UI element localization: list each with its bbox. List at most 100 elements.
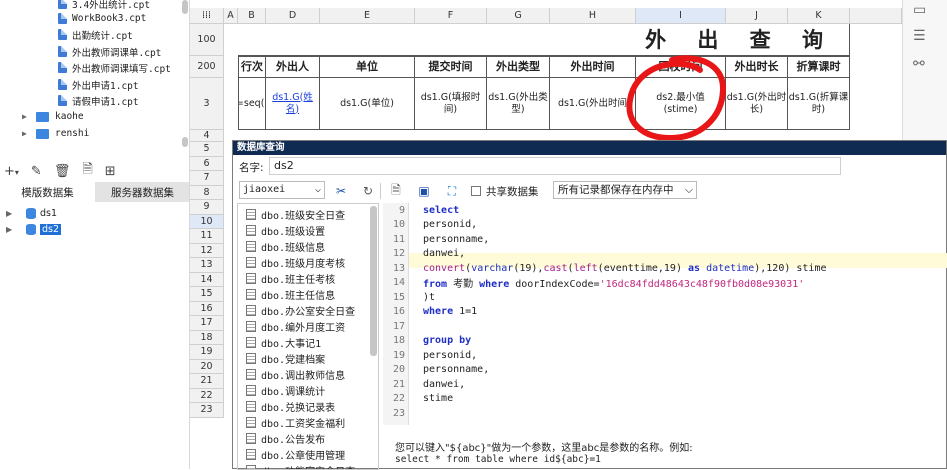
row-header[interactable]: 11 <box>190 229 224 244</box>
file-item[interactable]: 出勤统计.cpt <box>58 26 133 43</box>
table-list-item[interactable]: dbo.班级设置 <box>246 222 325 238</box>
table-list-item[interactable]: dbo.党建档案 <box>246 350 325 366</box>
data-cell[interactable]: ds1.G(折算课时) <box>788 78 850 130</box>
column-header[interactable]: G <box>487 8 550 24</box>
row-header[interactable]: 18 <box>190 331 224 346</box>
table-list-item[interactable]: dbo.工资奖金福利 <box>246 414 345 430</box>
table-list-item[interactable]: dbo.公章使用管理 <box>246 446 345 462</box>
header-cell[interactable]: 单位 <box>320 56 415 78</box>
connection-manage-icon[interactable]: ✂ <box>333 183 349 199</box>
code-line[interactable]: 11personname, <box>383 232 947 247</box>
code-line[interactable]: 12danwei, <box>383 247 947 262</box>
header-cell[interactable]: 外出时长 <box>726 56 788 78</box>
data-cell[interactable]: ds1.G(单位) <box>320 78 415 130</box>
row-header[interactable]: 4 <box>190 130 224 142</box>
code-line[interactable]: 15)t <box>383 290 947 305</box>
code-line[interactable]: 23 <box>383 406 947 421</box>
column-header[interactable]: I <box>636 8 726 24</box>
table-list-item[interactable]: dbo.班级月度考核 <box>246 254 345 270</box>
delete-icon[interactable]: 🗑 <box>54 164 71 179</box>
tab-server-dataset[interactable]: 服务器数据集 <box>95 182 190 202</box>
report-title[interactable]: 外 出 查 询 <box>238 24 850 56</box>
dataset-item-ds1[interactable]: ▶ds1 <box>6 205 57 221</box>
header-cell[interactable]: 行次 <box>238 56 266 78</box>
cache-mode-select[interactable]: 所有记录都保存在内存中⌵ <box>553 181 697 199</box>
add-dataset-icon[interactable]: +▾ <box>4 164 19 179</box>
table-list-scrollbar[interactable] <box>370 206 377 356</box>
column-header[interactable]: F <box>415 8 487 24</box>
column-header[interactable]: A <box>224 8 238 24</box>
header-cell[interactable]: 折算课时 <box>788 56 850 78</box>
data-cell[interactable]: ds1.G(填报时间) <box>415 78 487 130</box>
file-item[interactable]: 外出申请1.cpt <box>58 76 139 93</box>
code-line[interactable]: 13convert(varchar(19),cast(left(eventtim… <box>383 261 947 276</box>
file-item[interactable]: 请假申请1.cpt <box>58 92 139 109</box>
code-line[interactable]: 21danwei, <box>383 377 947 392</box>
row-header[interactable]: 15 <box>190 287 224 302</box>
code-line[interactable]: 18group by <box>383 334 947 349</box>
hyperlink-icon[interactable]: ⚯ <box>913 56 925 72</box>
cell-attribute-icon[interactable]: ▭ <box>913 2 926 18</box>
column-header[interactable]: D <box>266 8 320 24</box>
tab-template-dataset[interactable]: 模版数据集 <box>0 182 95 202</box>
code-line[interactable]: 9select <box>383 203 947 218</box>
column-header[interactable]: J <box>726 8 788 24</box>
row-header[interactable]: 23 <box>190 403 224 418</box>
table-list-item[interactable]: dbo.办公室安全日查 <box>246 302 355 318</box>
code-line[interactable]: 17 <box>383 319 947 334</box>
row-header[interactable]: 16 <box>190 302 224 317</box>
row-header[interactable]: 22 <box>190 389 224 404</box>
dataset-name-input[interactable]: ds2 <box>269 157 841 175</box>
refresh-icon[interactable]: ↻ <box>360 183 376 199</box>
table-list-item[interactable]: dbo.调课统计 <box>246 382 325 398</box>
share-checkbox[interactable] <box>471 186 481 196</box>
folder-item[interactable]: ▶kaohe <box>22 108 84 125</box>
column-header[interactable]: K <box>788 8 850 24</box>
row-header[interactable]: 17 <box>190 316 224 331</box>
code-line[interactable]: 20personname, <box>383 363 947 378</box>
connection-select[interactable]: jiaoxei⌵ <box>239 181 325 199</box>
table-list-item[interactable]: dbo.公告发布 <box>246 430 325 446</box>
table-list-item[interactable]: dbo.班级信息 <box>246 238 325 254</box>
row-header[interactable]: 14 <box>190 273 224 288</box>
data-cell[interactable]: =seq() <box>238 78 266 130</box>
data-cell[interactable]: ds1.G(外出时长) <box>726 78 788 130</box>
code-line[interactable]: 16where 1=1 <box>383 305 947 320</box>
row-header[interactable]: 200 <box>190 56 224 78</box>
sql-editor[interactable]: 9select10personid,11personname,12danwei,… <box>383 203 947 425</box>
header-cell[interactable]: 提交时间 <box>415 56 487 78</box>
row-header[interactable]: 8 <box>190 186 224 201</box>
table-list-item[interactable]: dbo.兑换记录表 <box>246 398 335 414</box>
table-list-item[interactable]: dbo.编外月度工资 <box>246 318 345 334</box>
row-header[interactable]: 20 <box>190 360 224 375</box>
preview-icon[interactable]: 🗎 <box>82 160 92 182</box>
header-cell[interactable]: 外出类型 <box>487 56 550 78</box>
expand-arrow-icon[interactable]: ▶ <box>6 209 20 218</box>
code-line[interactable]: 14from 考勤 where doorIndexCode='16dc84fdd… <box>383 276 947 291</box>
column-header[interactable]: E <box>320 8 415 24</box>
code-line[interactable]: 10personid, <box>383 218 947 233</box>
code-line[interactable]: 22stime <box>383 392 947 407</box>
column-header[interactable]: H <box>550 8 636 24</box>
column-header[interactable]: B <box>238 8 266 24</box>
table-list-item[interactable]: dbo.班主任信息 <box>246 286 335 302</box>
select-all-corner[interactable]: ⁞⁞⁞ <box>190 8 224 24</box>
file-item[interactable]: 外出教师调课填写.cpt <box>58 59 171 76</box>
expand-arrow-icon[interactable]: ▶ <box>22 129 36 138</box>
table-list-item[interactable]: dbo.调出教师信息 <box>246 366 345 382</box>
row-header[interactable]: 13 <box>190 258 224 273</box>
row-header[interactable]: 12 <box>190 244 224 259</box>
tree-scrollbar[interactable] <box>182 0 188 14</box>
code-line[interactable]: 19personid, <box>383 348 947 363</box>
preview-icon[interactable]: 🗎 <box>388 183 404 199</box>
row-header[interactable]: 7 <box>190 171 224 186</box>
file-item[interactable]: 外出教师调课单.cpt <box>58 43 161 60</box>
header-cell[interactable]: 外出人 <box>266 56 320 78</box>
edit-icon[interactable]: ✎ <box>31 164 42 179</box>
expand-arrow-icon[interactable]: ▶ <box>6 225 20 234</box>
fullscreen-icon[interactable]: ⛶ <box>444 183 460 199</box>
table-list-item[interactable]: dbo.班级安全日查 <box>246 206 345 222</box>
row-header[interactable]: 100 <box>190 24 224 56</box>
tree-scrollbar-end[interactable] <box>182 137 188 147</box>
row-header[interactable]: 10 <box>190 215 224 230</box>
